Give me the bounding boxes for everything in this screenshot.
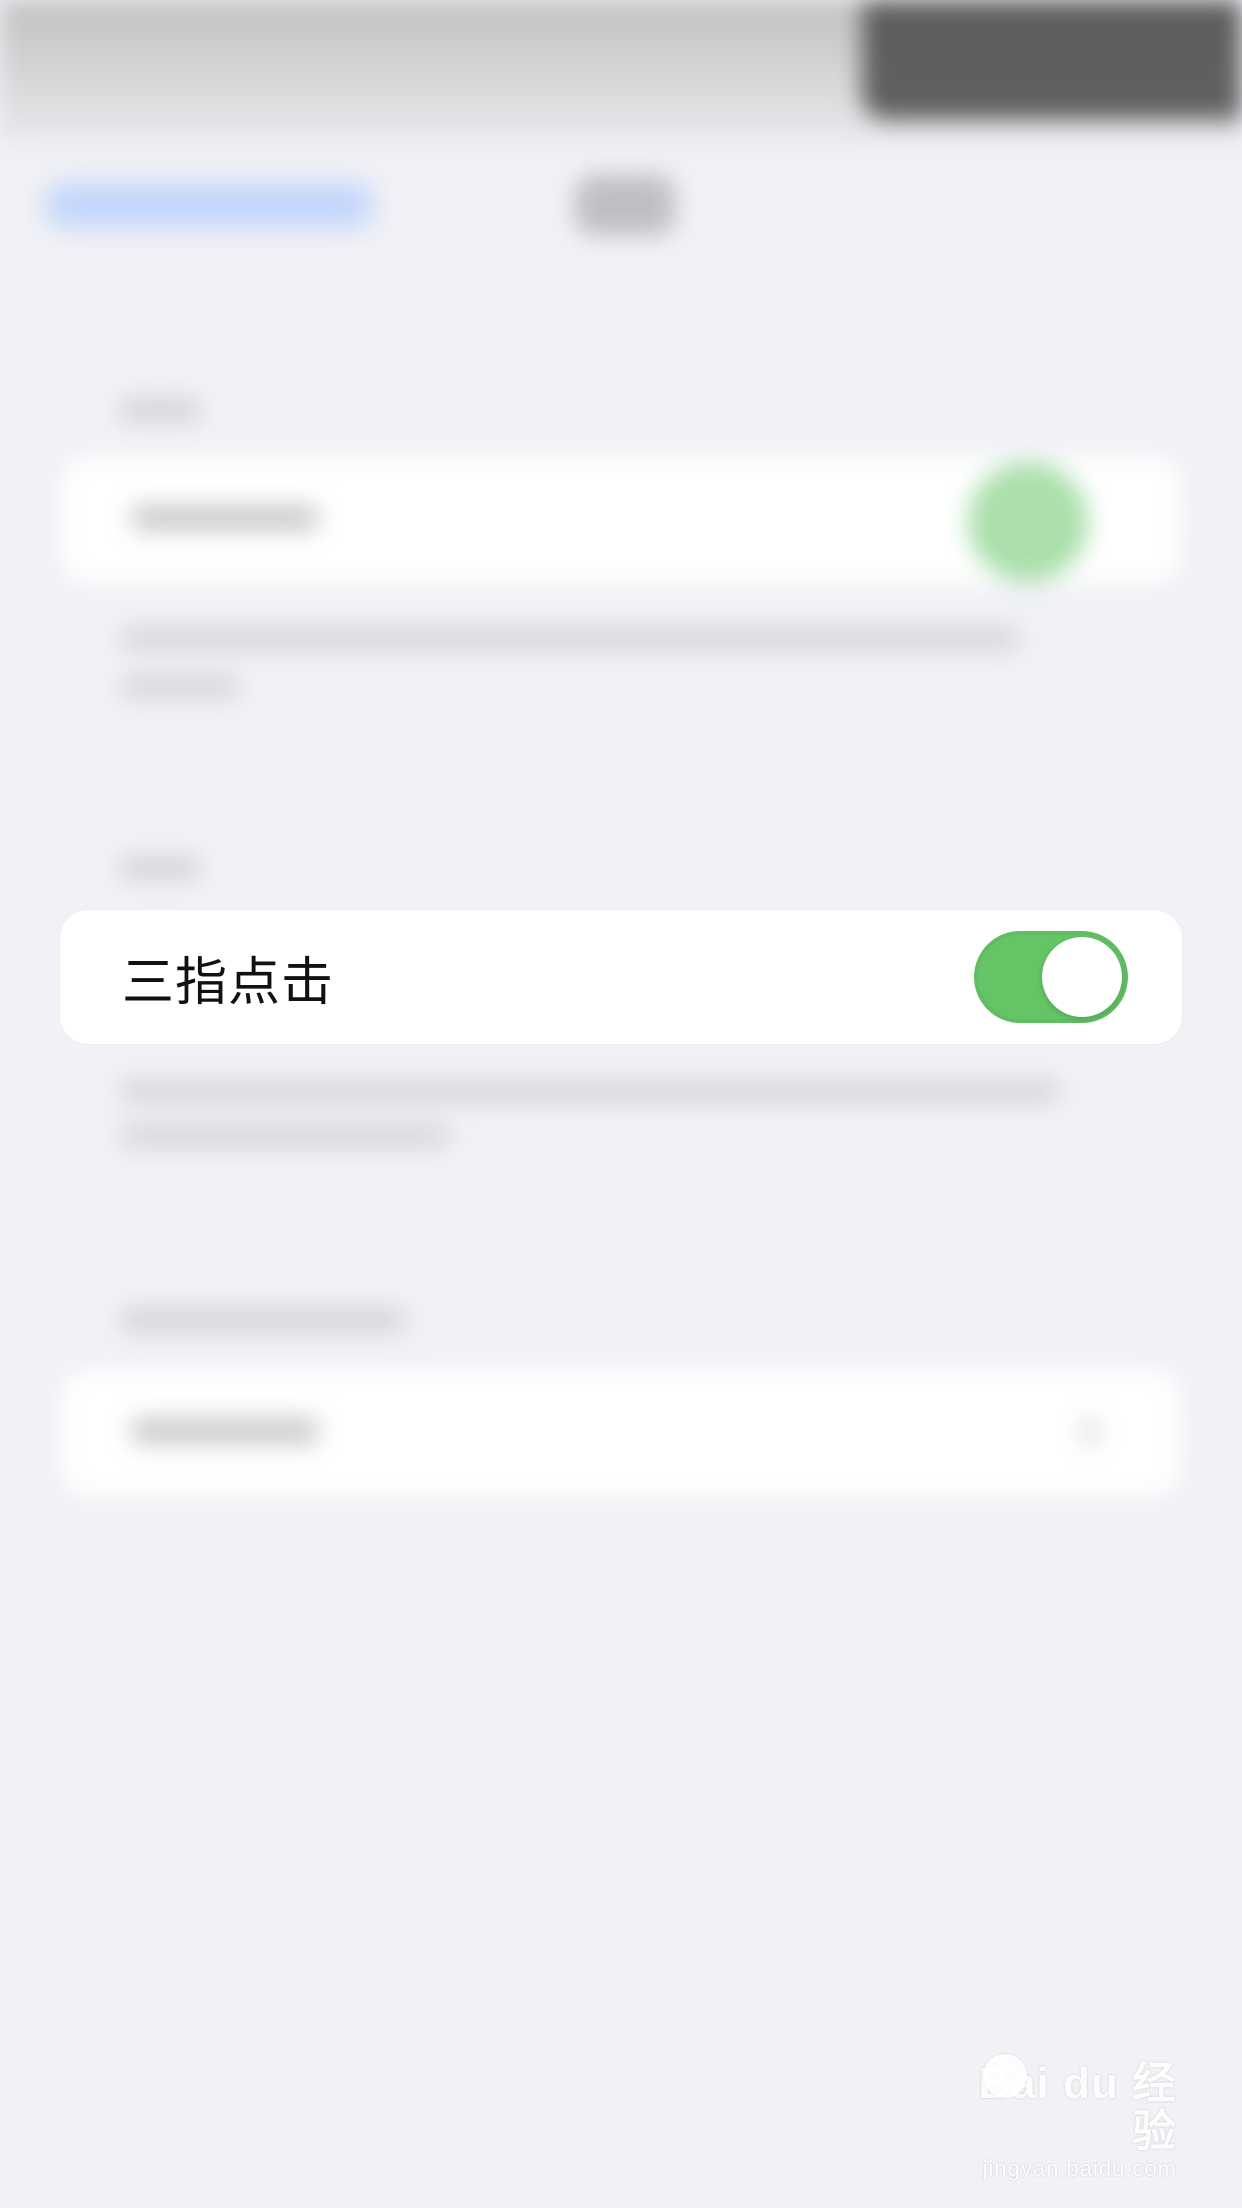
settings-screen: 三指点击 Bai du 经验 jingyan.baidu.com <box>0 0 1242 2208</box>
caption-blur-2b <box>120 1125 450 1147</box>
toggle-blur-1 <box>968 462 1088 582</box>
watermark-url: jingyan.baidu.com <box>982 2156 1177 2181</box>
three-finger-tap-row[interactable]: 三指点击 <box>60 910 1182 1044</box>
status-bar-dark-blur <box>862 0 1242 120</box>
blurred-background <box>0 0 1242 2208</box>
back-button-blur <box>44 182 374 228</box>
paw-logo-icon <box>983 2054 1027 2098</box>
caption-blur-1b <box>120 676 240 698</box>
chevron-blur <box>1080 1418 1100 1446</box>
row-label-blur-2 <box>130 1418 320 1444</box>
caption-blur-1a <box>120 628 1020 650</box>
section-header-blur-2 <box>120 858 200 878</box>
three-finger-tap-label: 三指点击 <box>122 952 335 1013</box>
nav-title-blur <box>575 175 675 235</box>
section-header-blur-3 <box>120 1310 405 1330</box>
row-label-blur-1 <box>130 505 320 531</box>
section-header-blur-1 <box>120 400 200 420</box>
watermark-brand: Bai du 经验 <box>978 2059 1177 2156</box>
caption-blur-2a <box>120 1080 1060 1102</box>
baidu-jingyan-watermark: Bai du 经验 jingyan.baidu.com <box>937 2054 1177 2181</box>
three-finger-tap-toggle[interactable] <box>974 931 1128 1023</box>
toggle-knob <box>1042 937 1122 1017</box>
